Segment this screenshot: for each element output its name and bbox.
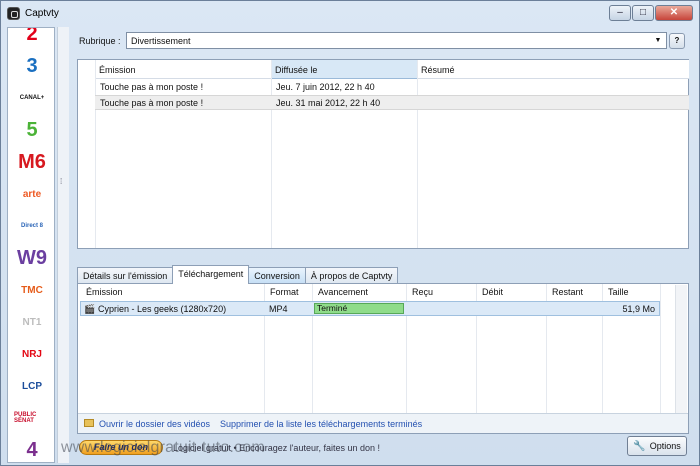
splitter-grip-icon: ⁞ xyxy=(60,177,63,186)
channel-splitter[interactable]: ⁞ xyxy=(57,27,69,463)
window-title: Captvty xyxy=(25,8,59,19)
minimize-button[interactable]: – xyxy=(609,5,631,21)
table-row[interactable]: 🎬 Cyprien - Les geeks (1280x720) MP4 Ter… xyxy=(80,301,660,316)
close-button[interactable]: ✕ xyxy=(655,5,693,21)
tab-bar: Détails sur l'émission Téléchargement Co… xyxy=(77,265,399,284)
channel-tmc[interactable]: TMC xyxy=(14,278,50,302)
download-scrollbar[interactable] xyxy=(675,285,687,413)
download-footer: Ouvrir le dossier des vidéos Supprimer d… xyxy=(78,413,688,433)
column-header-avancement[interactable]: Avancement xyxy=(314,284,408,300)
download-status: Terminé xyxy=(317,303,348,313)
column-header-emission[interactable]: Émission xyxy=(82,284,266,300)
chevron-down-icon: ▼ xyxy=(654,37,662,44)
channel-canalplus[interactable]: CANAL+ xyxy=(14,86,50,110)
watermark-text: www.logicielgratuit-tuto.com xyxy=(61,439,265,456)
video-file-icon: 🎬 xyxy=(84,304,96,314)
tab-apropos[interactable]: À propos de Captvty xyxy=(304,267,399,284)
clear-finished-link[interactable]: Supprimer de la liste les téléchargement… xyxy=(220,419,422,429)
column-divider xyxy=(660,284,661,413)
table-row[interactable]: Touche pas à mon poste ! Jeu. 7 juin 201… xyxy=(95,80,689,95)
download-title: Cyprien - Les geeks (1280x720) xyxy=(98,304,227,314)
captvty-app-icon xyxy=(7,7,20,20)
channel-publicsenat[interactable]: PUBLIC SÉNAT xyxy=(14,406,50,430)
emission-title: Touche pas à mon poste ! xyxy=(100,98,204,108)
emission-grid: Émission Diffusée le Résumé Touche pas à… xyxy=(77,59,689,249)
column-header-recu[interactable]: Reçu xyxy=(408,284,478,300)
tab-conversion[interactable]: Conversion xyxy=(248,267,306,284)
column-header-diffusee[interactable]: Diffusée le xyxy=(271,60,417,79)
maximize-button[interactable]: □ xyxy=(632,5,654,21)
column-header-restant[interactable]: Restant xyxy=(548,284,604,300)
channel-france3[interactable]: 3 xyxy=(14,54,50,78)
download-format: MP4 xyxy=(269,304,288,314)
download-panel: Émission Format Avancement Reçu Débit Re… xyxy=(77,283,689,434)
download-progress-bar: Terminé xyxy=(314,303,404,314)
folder-icon xyxy=(84,419,94,427)
channel-direct8[interactable]: Direct 8 xyxy=(14,214,50,238)
emission-date: Jeu. 31 mai 2012, 22 h 40 xyxy=(276,98,381,108)
channel-m6[interactable]: M6 xyxy=(14,150,50,174)
rubrique-select[interactable]: Divertissement ▼ xyxy=(126,32,667,49)
open-folder-link[interactable]: Ouvrir le dossier des vidéos xyxy=(99,419,210,429)
column-header-resume[interactable]: Résumé xyxy=(417,60,689,79)
title-bar: Captvty – □ ✕ xyxy=(1,1,699,27)
channel-w9[interactable]: W9 xyxy=(14,246,50,270)
main-panel: Rubrique : Divertissement ▼ ? Émission D… xyxy=(71,27,695,463)
options-label: Options xyxy=(649,441,681,451)
channel-france4[interactable]: 4 xyxy=(14,438,50,462)
column-header-debit[interactable]: Débit xyxy=(478,284,548,300)
download-taille: 51,9 Mo xyxy=(622,304,655,314)
channel-nrj12[interactable]: NRJ xyxy=(14,342,50,366)
rubrique-selected-value: Divertissement xyxy=(131,36,191,46)
channel-list: 2 3 CANAL+ 5 M6 arte Direct 8 W9 TMC NT1 NRJ LCP PUB… xyxy=(7,27,55,463)
channel-france2[interactable]: 2 xyxy=(14,28,50,46)
column-header-taille[interactable]: Taille xyxy=(604,284,660,300)
column-header-emission[interactable]: Émission xyxy=(95,60,271,79)
emission-date: Jeu. 7 juin 2012, 22 h 40 xyxy=(276,82,375,92)
help-icon[interactable]: ? xyxy=(669,33,685,49)
channel-lcp[interactable]: LCP xyxy=(14,374,50,398)
tab-details[interactable]: Détails sur l'émission xyxy=(77,267,174,284)
rubrique-label: Rubrique : xyxy=(79,36,121,46)
table-row[interactable]: Touche pas à mon poste ! Jeu. 31 mai 201… xyxy=(95,95,689,110)
options-button[interactable]: 🔧 Options xyxy=(627,436,687,456)
channel-france5[interactable]: 5 xyxy=(14,118,50,142)
column-header-format[interactable]: Format xyxy=(266,284,314,300)
tab-telechargement[interactable]: Téléchargement xyxy=(172,265,250,284)
wrench-icon: 🔧 xyxy=(633,440,646,452)
emission-title: Touche pas à mon poste ! xyxy=(100,82,204,92)
channel-nt1[interactable]: NT1 xyxy=(14,310,50,334)
channel-arte[interactable]: arte xyxy=(14,182,50,206)
app-window: Captvty – □ ✕ 2 3 CANAL+ 5 M6 arte Direct 8 W9 T… xyxy=(0,0,700,466)
